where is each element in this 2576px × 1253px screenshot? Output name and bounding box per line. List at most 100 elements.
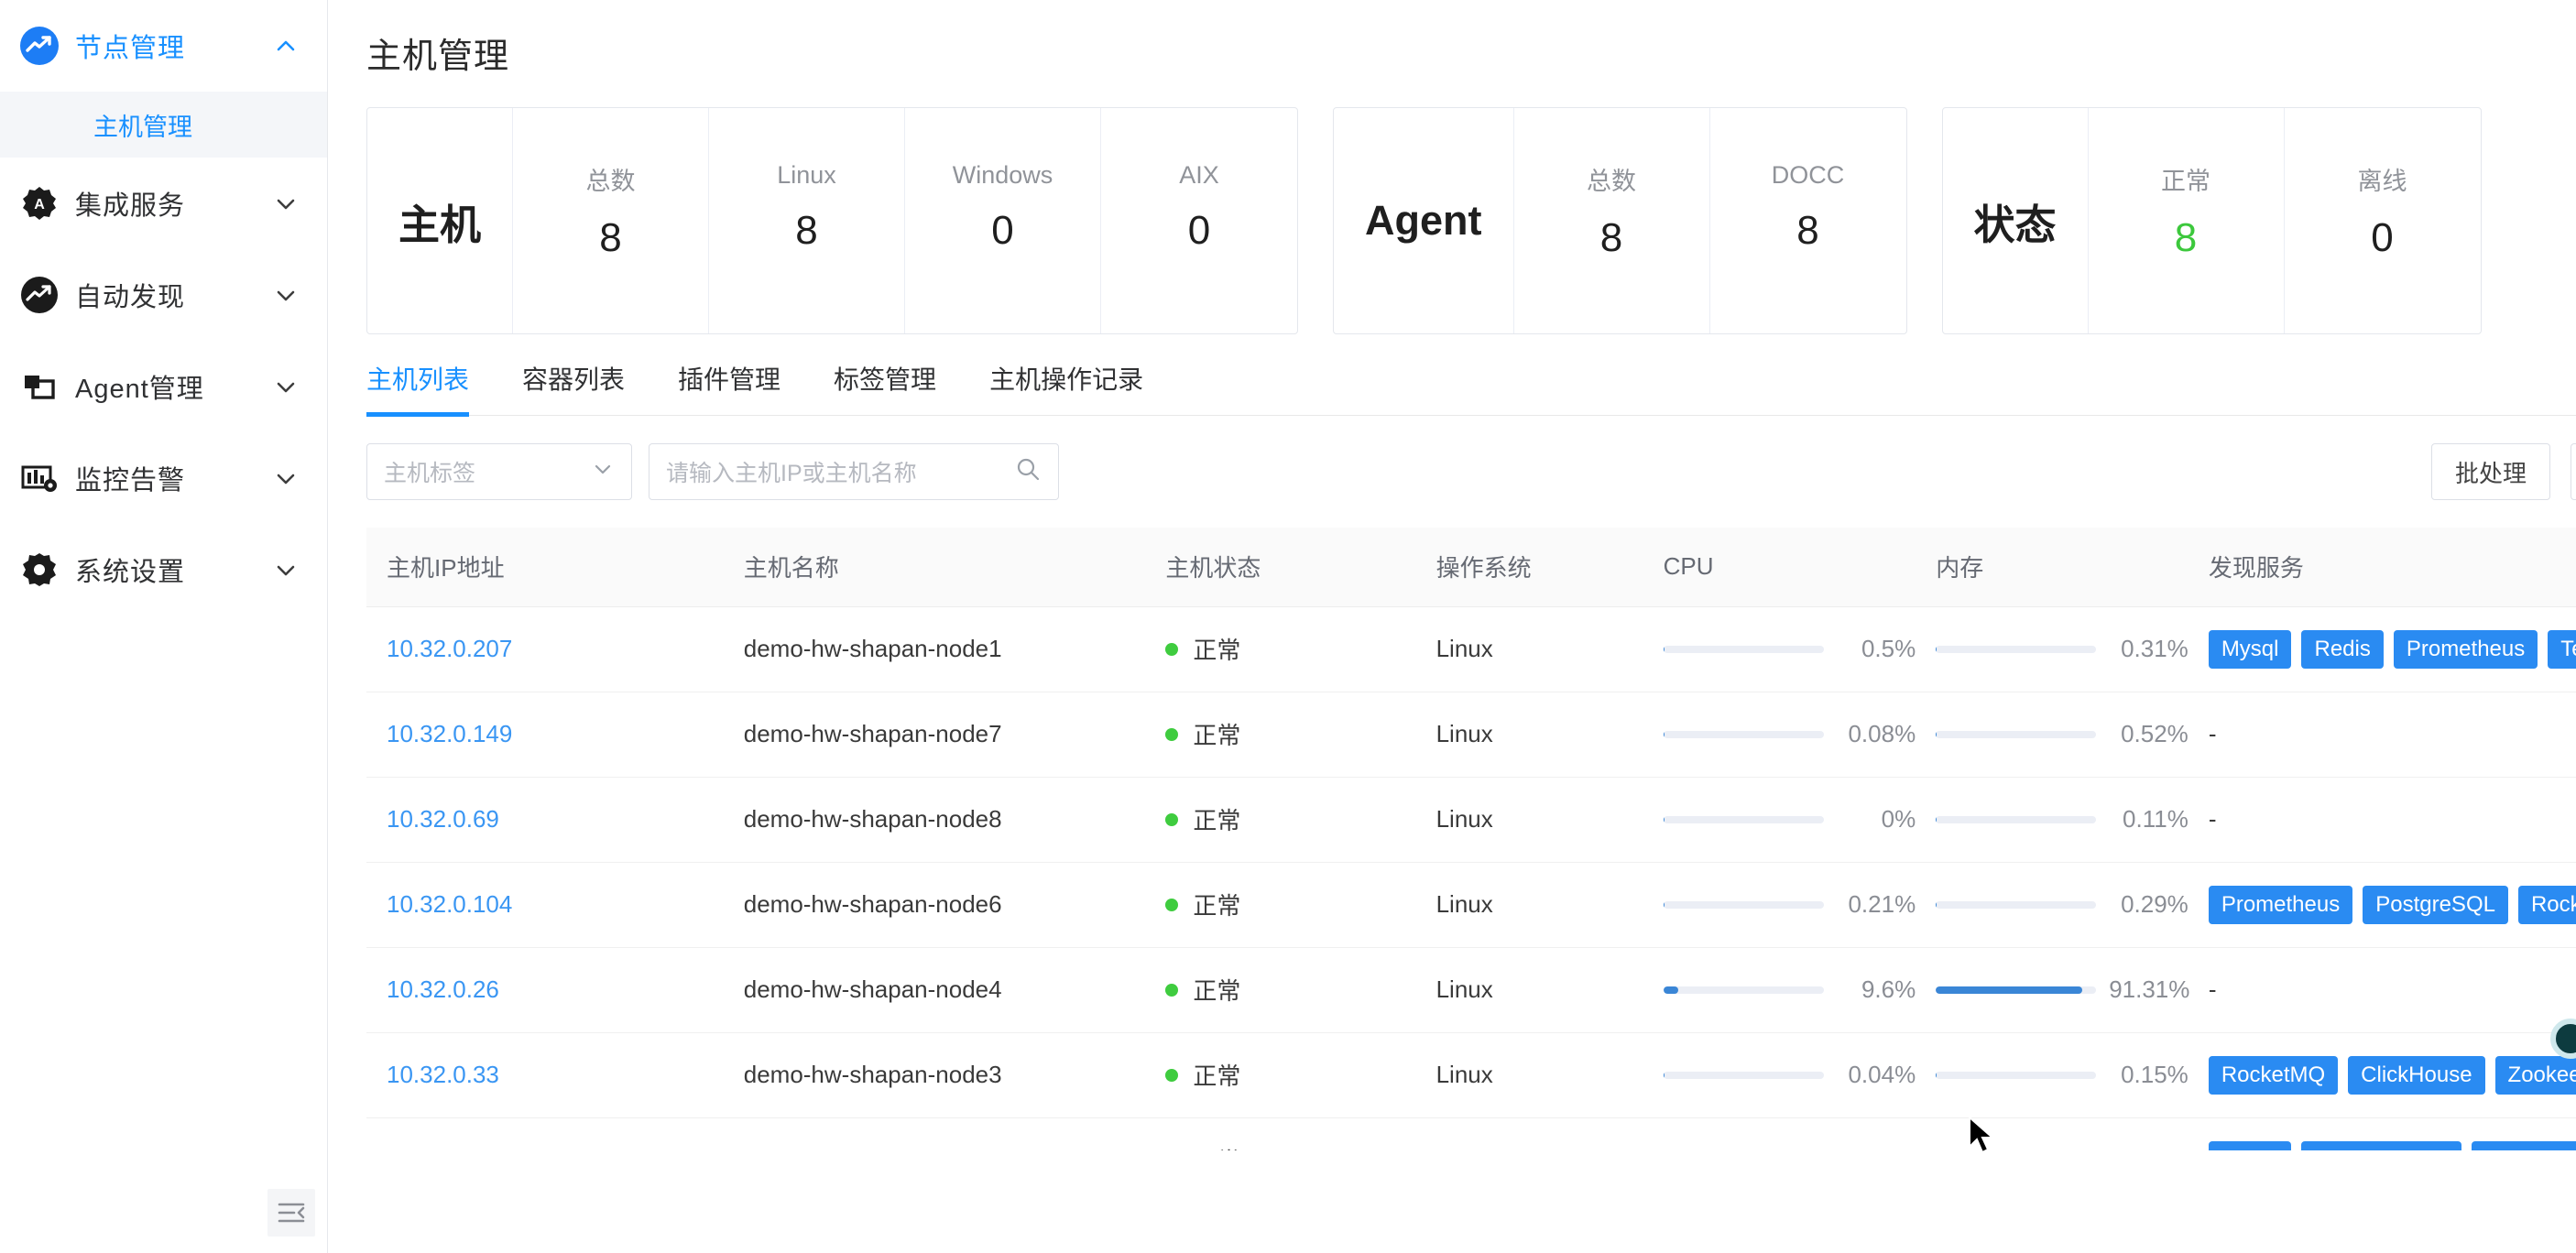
sidebar-item-node-management[interactable]: 节点管理 xyxy=(0,0,327,92)
service-tag[interactable]: RocketMQ xyxy=(2208,1055,2339,1095)
service-tag[interactable]: ElasticSearch xyxy=(2301,1140,2462,1150)
cell-host-ip: 10.32.0.149 xyxy=(366,692,724,778)
cell-host-name: demo-hw-shapan-node7 xyxy=(723,692,1146,778)
cell-cpu: 0.21% xyxy=(1643,862,1916,948)
chevron-down-icon[interactable] xyxy=(272,464,300,492)
cell-host-ip: 10.32.0.69 xyxy=(366,777,724,863)
svg-text:A: A xyxy=(34,197,45,212)
host-table: 主机IP地址 主机名称 主机状态 操作系统 CPU 内存 发现服务 10.32.… xyxy=(366,528,2576,1150)
cell-host-status: 正常 xyxy=(1145,692,1416,778)
search-input[interactable]: 请输入主机IP或主机名称 xyxy=(649,443,1059,500)
metric-host-linux: Linux 8 xyxy=(709,108,906,333)
memory-value: 0.29% xyxy=(2121,890,2189,918)
sidebar-item-agent-management[interactable]: Agent管理 xyxy=(0,341,327,432)
status-text: 正常 xyxy=(1193,637,1241,664)
sidebar-item-label: 监控告警 xyxy=(75,466,186,496)
service-tag[interactable]: Mysql xyxy=(2208,1140,2292,1150)
service-tag[interactable]: Prometheus xyxy=(2208,885,2353,924)
cell-cpu: 0.04% xyxy=(1643,1032,1916,1118)
host-ip-link[interactable]: 10.32.0.69 xyxy=(387,805,499,833)
tab-bar: 主机列表 容器列表 插件管理 标签管理 主机操作记录 xyxy=(366,360,2576,417)
host-ip-link[interactable]: 10.32.0.207 xyxy=(387,635,512,662)
service-tag[interactable]: PostgreSQL xyxy=(2363,885,2508,924)
node-chart-icon xyxy=(18,25,60,67)
batch-process-button[interactable]: 批处理 xyxy=(2430,443,2550,500)
metric-value: 0 xyxy=(1187,208,1211,253)
metric-value: 0 xyxy=(991,208,1014,253)
sidebar-item-monitor-alarm[interactable]: 监控告警 xyxy=(0,432,327,524)
tab-label: 主机操作记录 xyxy=(989,365,1144,394)
table-row: 10.32.0.26 demo-hw-shapan-node4 正常 Linux 9.6… xyxy=(366,947,2576,1033)
tab-label: 容器列表 xyxy=(522,365,626,394)
chevron-down-icon[interactable] xyxy=(272,281,300,309)
host-ip-link[interactable]: 10.32.0.149 xyxy=(387,720,512,747)
column-header-name[interactable]: 主机名称 xyxy=(723,528,1146,607)
main-content: 主机管理 主机 总数 8 Linux 8 Windows 0 AIX 0 Age… xyxy=(328,0,2576,1253)
service-tag[interactable]: Redis xyxy=(2301,629,2384,669)
mouse-cursor xyxy=(1968,1115,1999,1162)
sidebar-item-integration-services[interactable]: A 集成服务 xyxy=(0,158,327,249)
service-tag[interactable]: RocketMQ xyxy=(2517,885,2576,924)
metric-value: 8 xyxy=(2174,215,2198,260)
column-header-os[interactable]: 操作系统 xyxy=(1415,528,1643,607)
cell-os: Linux xyxy=(1415,947,1643,1033)
host-ip-link[interactable]: 10.32.0.104 xyxy=(387,890,512,918)
column-header-ip[interactable]: 主机IP地址 xyxy=(366,528,724,607)
status-dot-icon xyxy=(1165,983,1179,997)
tab-label-management[interactable]: 标签管理 xyxy=(834,360,936,415)
service-tag[interactable]: Prometheus xyxy=(2393,629,2538,669)
table-row: 10.32.0.207 demo-hw-shapan-node1 正常 Linux 0.… xyxy=(366,606,2576,692)
cell-host-ip: 10.32.0.119 xyxy=(366,1117,724,1150)
chevron-down-icon[interactable] xyxy=(272,373,300,400)
memory-bar xyxy=(1936,1071,2097,1079)
collapse-sidebar-icon[interactable] xyxy=(267,1189,315,1237)
service-tag[interactable]: ClickHouse xyxy=(2348,1055,2485,1095)
no-services: - xyxy=(2208,720,2217,747)
table-row: 10.32.0.149 demo-hw-shapan-node7 正常 Linux 0.… xyxy=(366,692,2576,778)
chevron-down-icon[interactable] xyxy=(272,190,300,217)
chevron-down-icon[interactable] xyxy=(272,556,300,583)
column-header-memory[interactable]: 内存 xyxy=(1916,528,2189,607)
tab-host-list[interactable]: 主机列表 xyxy=(366,360,470,417)
host-tag-select[interactable]: 主机标签 xyxy=(366,443,632,500)
host-ip-link[interactable]: 10.32.0.33 xyxy=(387,1061,499,1088)
status-dot-icon xyxy=(1165,642,1179,656)
sidebar-item-host-management[interactable]: 主机管理 xyxy=(0,92,327,158)
host-ip-link[interactable]: 10.32.0.26 xyxy=(387,975,499,1003)
tab-host-operation-log[interactable]: 主机操作记录 xyxy=(989,360,1143,415)
cpu-value: 0.08% xyxy=(1848,720,1916,747)
cpu-bar xyxy=(1663,730,1824,738)
column-header-status[interactable]: 主机状态 xyxy=(1145,528,1416,607)
service-tag[interactable]: Zookeeper xyxy=(2494,1055,2576,1095)
sidebar-item-system-settings[interactable]: 系统设置 xyxy=(0,524,327,616)
card-title: 状态 xyxy=(1973,201,2057,248)
cell-host-ip: 10.32.0.207 xyxy=(366,606,724,692)
cpu-bar xyxy=(1663,1071,1824,1079)
memory-bar xyxy=(1936,645,2097,653)
service-tag[interactable]: Tengine xyxy=(2548,629,2576,669)
cpu-bar xyxy=(1663,645,1824,653)
column-header-services[interactable]: 发现服务 xyxy=(2188,528,2576,607)
search-icon[interactable] xyxy=(1014,455,1042,489)
host-ip-link[interactable]: 10.32.0.119 xyxy=(387,1146,510,1150)
sidebar: 节点管理 主机管理 A 集成服务 自动发现 Agent管理 监控告警 系统设置 xyxy=(0,0,328,1253)
host-tag-button[interactable]: 主机标签 xyxy=(2570,443,2576,500)
service-tag[interactable]: Zookeeper xyxy=(2472,1140,2576,1150)
chevron-up-icon[interactable] xyxy=(272,32,300,60)
tab-container-list[interactable]: 容器列表 xyxy=(522,360,625,415)
sidebar-group-system-settings: 系统设置 xyxy=(0,524,327,616)
metric-host-windows: Windows 0 xyxy=(905,108,1102,333)
sidebar-item-auto-discovery[interactable]: 自动发现 xyxy=(0,249,327,341)
service-tag[interactable]: Mysql xyxy=(2208,629,2292,669)
summary-card-agent: Agent 总数 8 DOCC 8 xyxy=(1333,107,1907,334)
host-table-body: 10.32.0.207 demo-hw-shapan-node1 正常 Linux 0.… xyxy=(366,606,2576,1150)
cell-host-name: demo-hw-shapan-node1 xyxy=(723,606,1146,692)
cell-host-status: 正常 xyxy=(1145,947,1416,1033)
column-header-cpu[interactable]: CPU xyxy=(1643,528,1916,607)
cell-host-status: 正常 xyxy=(1145,1032,1416,1118)
tab-plugin-management[interactable]: 插件管理 xyxy=(678,360,780,415)
cell-os: Linux xyxy=(1415,692,1643,778)
cell-memory: 0.07% xyxy=(1916,1117,2189,1150)
table-row: 10.32.0.104 demo-hw-shapan-node6 正常 Linux 0.… xyxy=(366,862,2576,948)
sidebar-subitem-label: 主机管理 xyxy=(93,113,192,141)
